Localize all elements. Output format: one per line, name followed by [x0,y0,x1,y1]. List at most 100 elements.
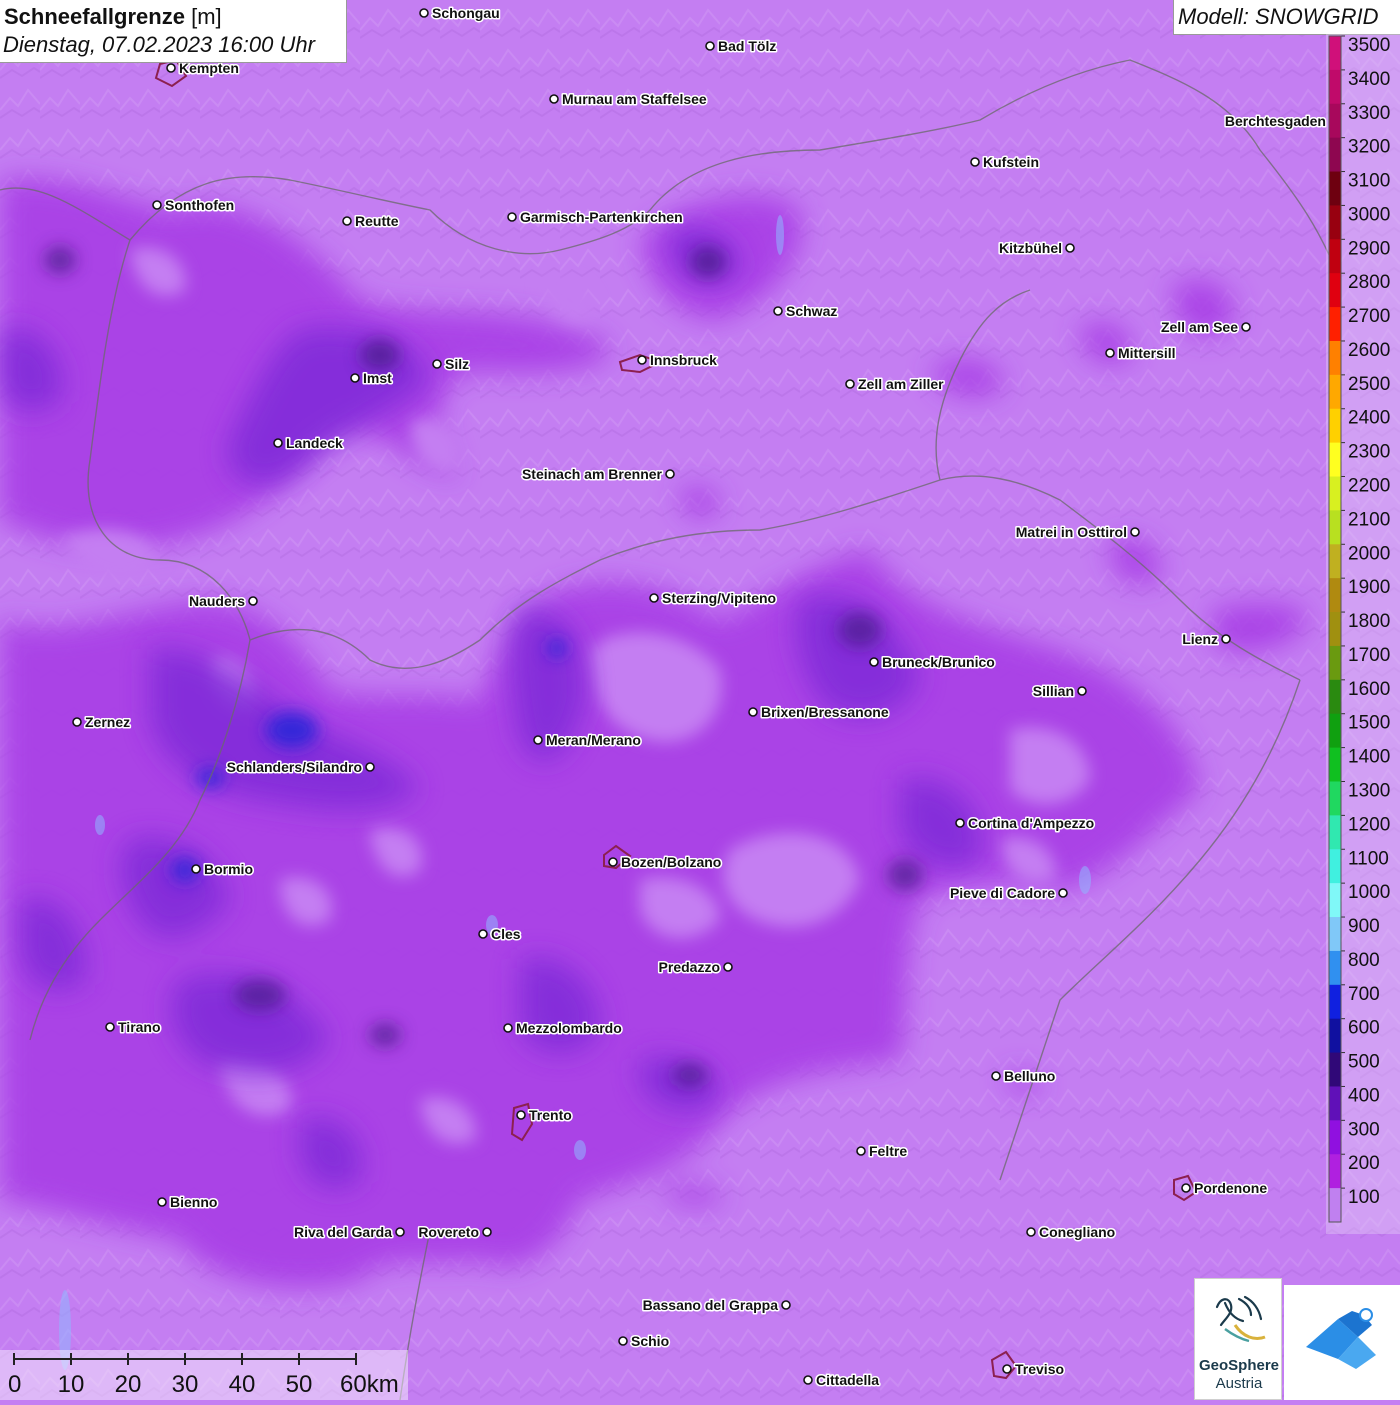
city-label: Imst [363,370,392,386]
legend-swatch [1329,1188,1341,1223]
city-dot-icon [637,355,647,365]
city-label: Bassano del Grappa [643,1297,779,1313]
legend-value: 400 [1348,1085,1380,1106]
city-dot-icon [991,1071,1001,1081]
city-label: Trento [529,1107,572,1123]
city-dot-icon [248,596,258,606]
city-marker: Innsbruck [637,351,719,370]
legend-value: 100 [1348,1187,1380,1208]
legend-swatch [1329,239,1341,274]
city-label: Garmisch-Partenkirchen [520,209,683,225]
legend-swatch [1329,69,1341,105]
city-marker: Zell am See [1159,318,1251,337]
city-dot-icon [549,94,559,104]
legend-value: 2900 [1348,238,1390,259]
city-label: Predazzo [659,959,720,975]
city-dot-icon [152,200,162,210]
legend-swatch [1329,1086,1341,1121]
legend-value: 1200 [1348,814,1390,835]
scale-bar-graphic: 0 10 20 30 40 50 60km [8,1353,399,1398]
city-marker: Riva del Garda [292,1223,405,1242]
legend-swatch [1329,849,1341,884]
legend-swatch [1329,578,1341,613]
legend-value: 2700 [1348,306,1390,327]
legend-swatch [1329,781,1341,816]
legend-swatch [1329,408,1341,444]
legend-swatch [1329,103,1341,139]
city-label: Schongau [432,5,500,21]
city-label: Bienno [170,1194,217,1210]
city-label: Matrei in Osttirol [1016,524,1127,540]
city-marker: Meran/Merano [533,731,642,750]
legend-value: 1100 [1348,848,1389,869]
city-dot-icon [365,762,375,772]
legend-swatch [1329,747,1341,782]
city-marker: Bruneck/Brunico [869,653,996,672]
city-label: Schwaz [786,303,837,319]
city-label: Schio [631,1333,669,1349]
city-label: Innsbruck [650,352,717,368]
city-label: Pordenone [1194,1180,1267,1196]
city-label: Silz [445,356,469,372]
city-dot-icon [157,1197,167,1207]
city-dot-icon [705,41,715,51]
city-dot-icon [856,1146,866,1156]
city-dot-icon [478,929,488,939]
city-dot-icon [618,1336,628,1346]
city-dot-icon [516,1110,526,1120]
city-dot-icon [869,657,879,667]
city-dot-icon [419,8,429,18]
city-marker: Steinach am Brenner [520,465,675,484]
city-label: Riva del Garda [294,1224,392,1240]
legend-value: 1800 [1348,611,1390,632]
legend-swatch [1329,1052,1341,1087]
legend-swatch [1329,273,1341,308]
city-label: Reutte [355,213,399,229]
city-label: Bormio [204,861,253,877]
legend-value: 600 [1348,1018,1380,1039]
scale-label: 0 [8,1371,21,1398]
geosphere-logo: GeoSphere Austria [1194,1278,1282,1400]
city-label: Schlanders/Silandro [227,759,362,775]
city-label: Lienz [1182,631,1218,647]
city-label: Landeck [286,435,343,451]
legend-value: 700 [1348,984,1380,1005]
legend-value: 3300 [1348,103,1390,124]
city-dot-icon [773,306,783,316]
legend-swatch [1329,1154,1341,1189]
legend-swatch [1329,171,1341,206]
legend-swatch [1329,917,1341,952]
city-label: Tirano [118,1019,161,1035]
geosphere-emblem-icon [1215,1295,1266,1343]
legend-swatch [1329,612,1341,647]
city-label: Brixen/Bressanone [761,704,889,720]
city-marker: Murnau am Staffelsee [549,90,708,109]
city-label: Sillian [1033,683,1074,699]
city-marker: Matrei in Osttirol [1014,523,1140,542]
legend-value: 3000 [1348,204,1390,225]
legend-value: 2500 [1348,374,1390,395]
city-dot-icon [350,373,360,383]
legend-value: 900 [1348,916,1380,937]
city-label: Kufstein [983,154,1039,170]
model-box: Modell: SNOWGRID [1173,0,1400,35]
app-logo [1284,1285,1400,1400]
legend-value: 3100 [1348,171,1390,192]
city-label: Bozen/Bolzano [621,854,721,870]
city-dot-icon [1105,348,1115,358]
city-dot-icon [166,63,176,73]
legend-value: 2800 [1348,272,1390,293]
city-dot-icon [1181,1183,1191,1193]
city-marker: Sterzing/Vipiteno [649,589,778,608]
legend-value: 3500 [1348,35,1390,56]
city-label: Zernez [85,714,130,730]
city-marker: Garmisch-Partenkirchen [507,208,684,227]
city-dot-icon [395,1227,405,1237]
city-label: Zell am See [1161,319,1238,335]
legend-swatch [1329,340,1341,376]
legend-swatch [1329,36,1341,71]
legend-value: 2000 [1348,543,1390,564]
model-label: Modell: SNOWGRID [1178,4,1379,29]
city-dot-icon [1026,1227,1036,1237]
city-marker: Schlanders/Silandro [225,758,375,777]
